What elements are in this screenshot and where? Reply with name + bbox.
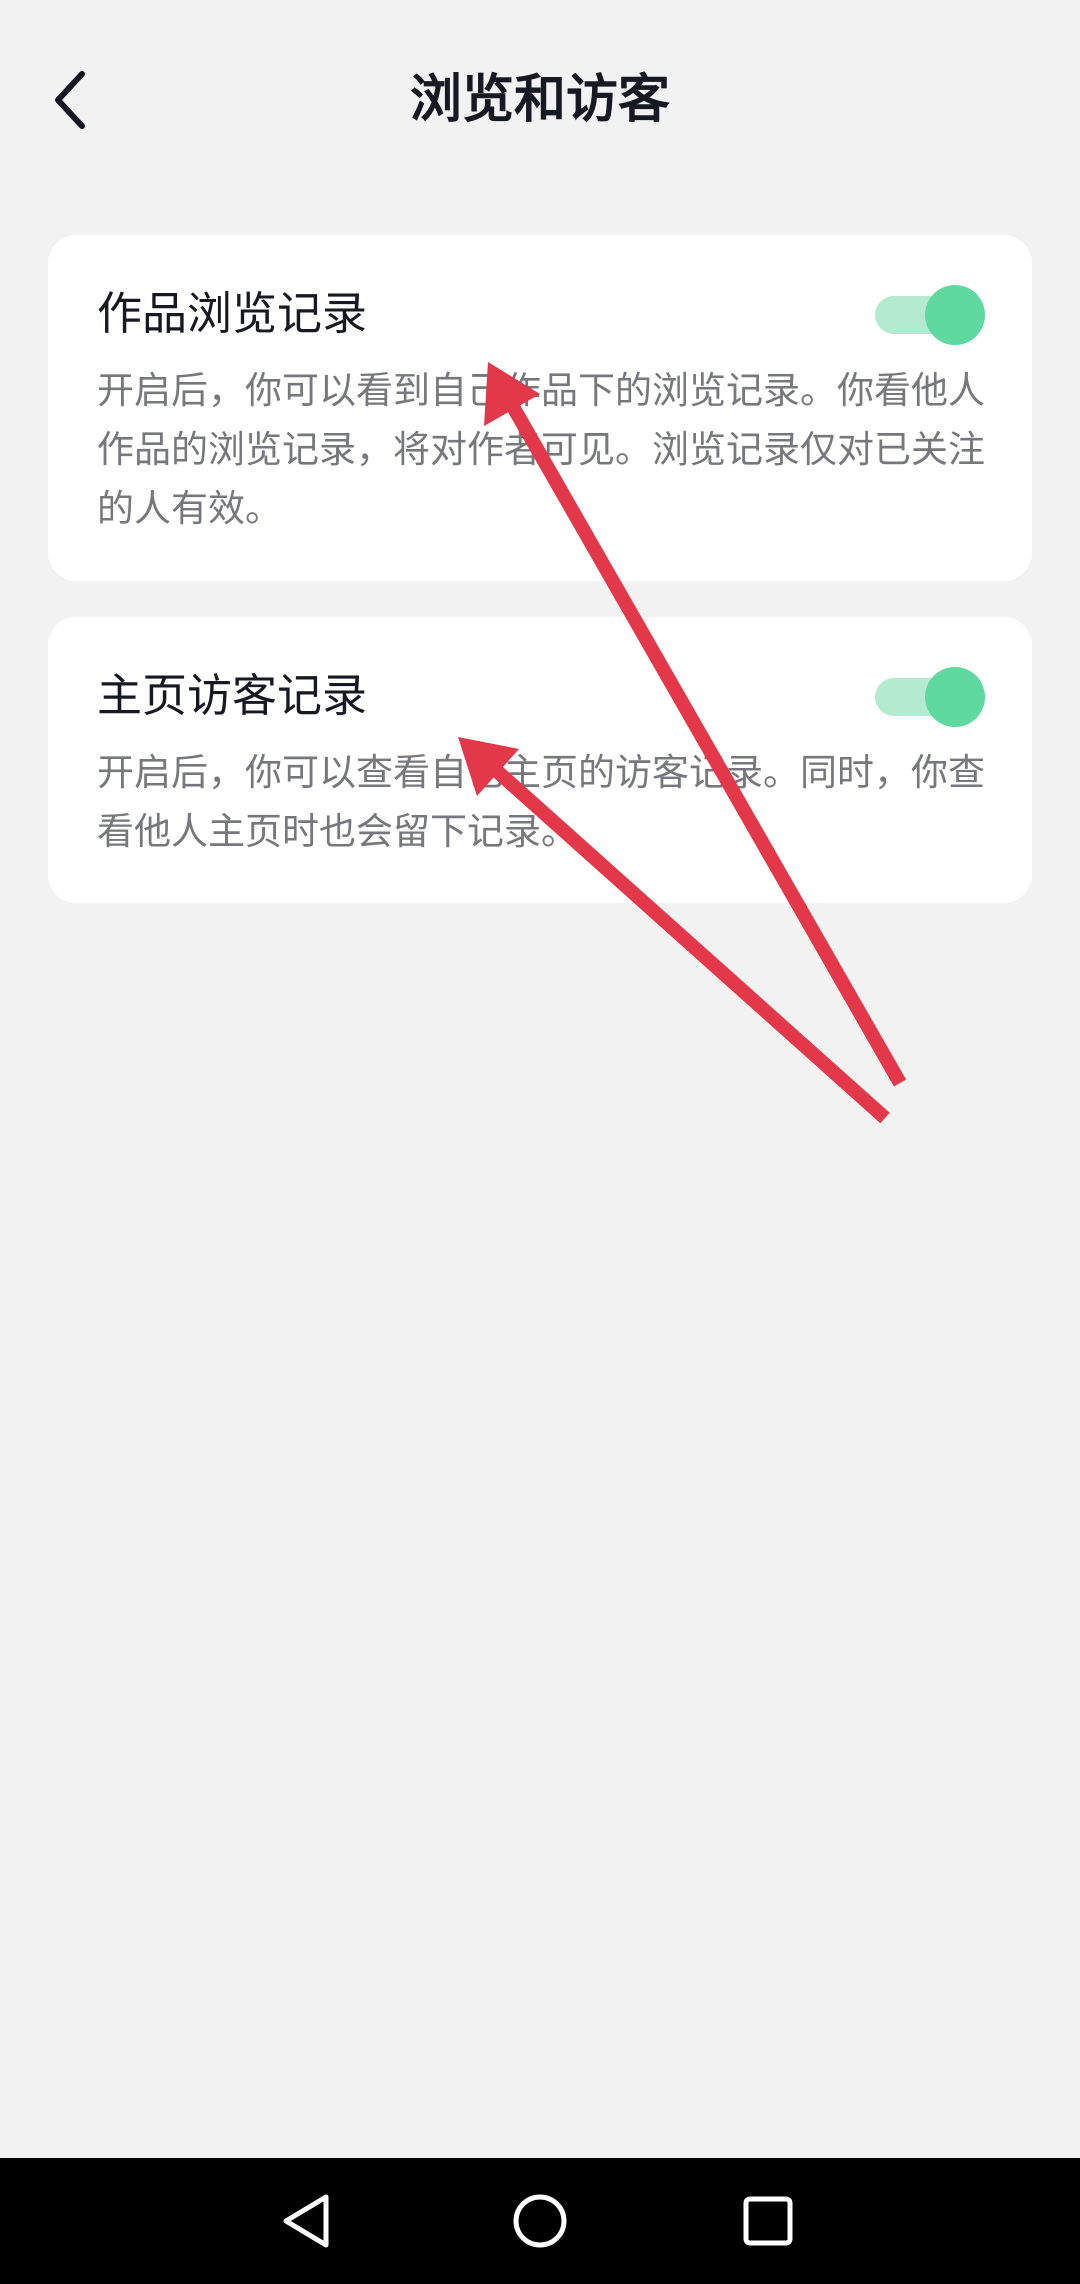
square-recents-icon (743, 2196, 793, 2246)
toggle-knob (925, 667, 985, 727)
profile-visitors-toggle[interactable] (875, 667, 985, 727)
nav-home-button[interactable] (500, 2181, 580, 2261)
toggle-knob (925, 285, 985, 345)
page-title: 浏览和访客 (409, 70, 670, 130)
setting-card-work-views: 作品浏览记录 开启后，你可以看到自己作品下的浏览记录。你看他人作品的浏览记录，将… (48, 235, 1032, 581)
header-bar: 浏览和访客 (0, 0, 1080, 200)
circle-home-icon (513, 2194, 567, 2248)
system-nav-bar (0, 2158, 1080, 2284)
triangle-back-icon (283, 2194, 329, 2248)
work-views-toggle[interactable] (875, 285, 985, 345)
setting-title-work-views: 作品浏览记录 (97, 287, 368, 340)
setting-card-profile-visitors: 主页访客记录 开启后，你可以查看自己主页的访客记录。同时，你查看他人主页时也会留… (48, 617, 1032, 903)
setting-title-profile-visitors: 主页访客记录 (97, 669, 368, 722)
nav-back-button[interactable] (268, 2181, 348, 2261)
setting-desc-work-views: 开启后，你可以看到自己作品下的浏览记录。你看他人作品的浏览记录，将对作者可见。浏… (97, 369, 985, 530)
setting-desc-profile-visitors: 开启后，你可以查看自己主页的访客记录。同时，你查看他人主页时也会留下记录。 (97, 751, 985, 853)
nav-recents-button[interactable] (728, 2181, 808, 2261)
